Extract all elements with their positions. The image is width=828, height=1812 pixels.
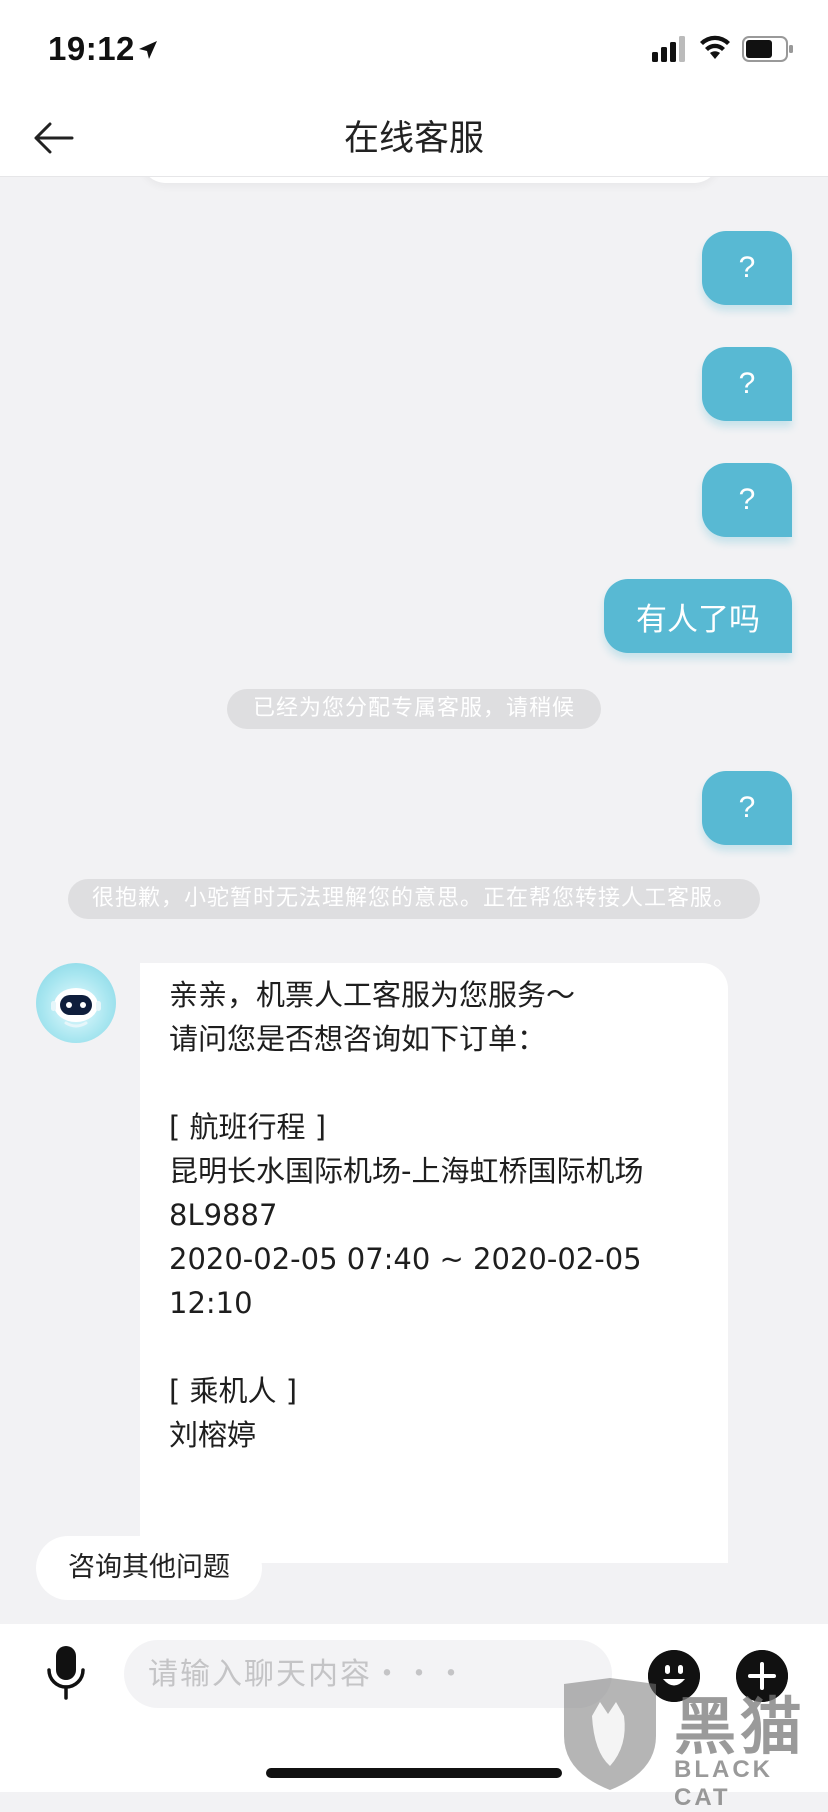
- page-title: 在线客服: [343, 119, 484, 159]
- system-notice: 很抱歉，小驼暂时无法理解您的意思。正在帮您转接人工客服。: [67, 879, 761, 919]
- status-time: 19:12: [48, 30, 135, 67]
- message-text: 有人了吗: [636, 601, 760, 638]
- flight-time-range: 2020-02-05 07:40 ~ 2020-02-05 12:10: [169, 1242, 651, 1320]
- message-text: ?: [738, 483, 756, 516]
- flight-section-header: [ 航班行程 ]: [169, 1110, 327, 1144]
- message-text: ?: [738, 791, 756, 824]
- passenger-name: 刘榕婷: [169, 1418, 257, 1452]
- robot-avatar-icon[interactable]: [36, 963, 116, 1043]
- user-message-bubble[interactable]: ?: [702, 231, 792, 305]
- passenger-section-header: [ 乘机人 ]: [169, 1374, 298, 1408]
- message-text: ?: [738, 251, 756, 284]
- message-text: ?: [738, 367, 756, 400]
- black-cat-watermark: 黑猫 BLACK CAT: [556, 1676, 828, 1811]
- microphone-icon[interactable]: [44, 1644, 88, 1700]
- system-notice: 已经为您分配专属客服，请稍候: [226, 689, 602, 729]
- watermark-text-cn: 黑猫: [674, 1690, 807, 1763]
- wifi-icon: [700, 35, 730, 59]
- user-message-bubble[interactable]: ?: [702, 463, 792, 537]
- black-cat-logo-icon: [564, 1678, 656, 1790]
- agent-question: 请问您是否想咨询如下订单：: [169, 1022, 547, 1056]
- agent-greeting: 亲亲，机票人工客服为您服务～: [169, 978, 576, 1012]
- cellular-signal-icon: [652, 36, 685, 62]
- watermark-text-en: BLACK CAT: [674, 1756, 773, 1811]
- user-message-bubble[interactable]: ?: [702, 347, 792, 421]
- location-arrow-icon: [139, 41, 157, 59]
- user-message-bubble[interactable]: 有人了吗: [604, 579, 792, 653]
- battery-icon: [742, 36, 793, 62]
- agent-message-bubble[interactable]: 亲亲，机票人工客服为您服务～ 请问您是否想咨询如下订单： [ 航班行程 ] 昆明…: [140, 963, 728, 1563]
- user-message-bubble[interactable]: ?: [702, 771, 792, 845]
- nav-bar: 在线客服: [0, 100, 828, 177]
- home-indicator: [266, 1768, 562, 1778]
- previous-message-card: [140, 177, 720, 183]
- quick-reply-button[interactable]: 咨询其他问题: [36, 1536, 262, 1600]
- chat-input[interactable]: [124, 1640, 612, 1708]
- chat-area[interactable]: ? ? ? 有人了吗 已经为您分配专属客服，请稍候 ? 很抱歉，小驼暂时无法理解…: [0, 177, 828, 1624]
- flight-number: 8L9887: [169, 1198, 278, 1232]
- flight-route: 昆明长水国际机场-上海虹桥国际机场: [169, 1154, 644, 1188]
- status-bar: 19:12: [0, 0, 828, 100]
